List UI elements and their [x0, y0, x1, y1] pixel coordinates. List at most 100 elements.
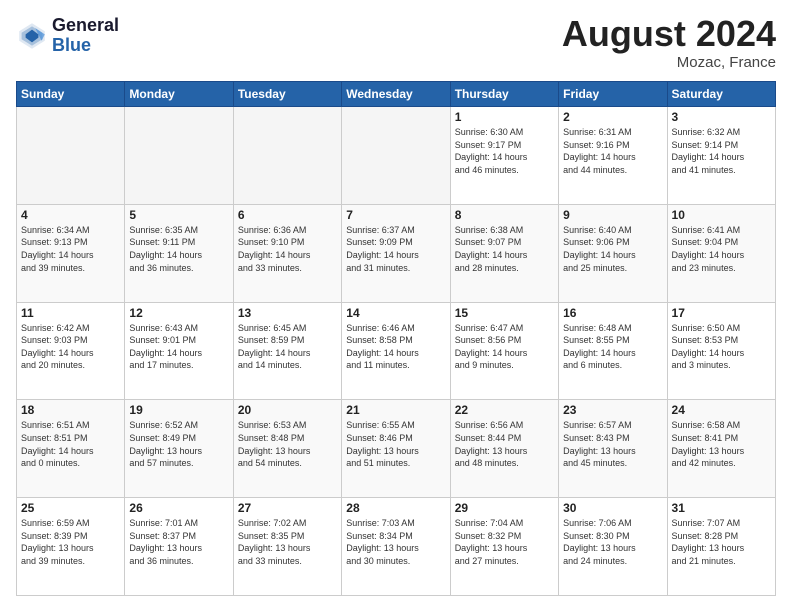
col-thursday: Thursday	[450, 82, 558, 107]
day-info: Sunrise: 7:02 AM Sunset: 8:35 PM Dayligh…	[238, 517, 337, 567]
day-number: 11	[21, 306, 120, 320]
day-number: 21	[346, 403, 445, 417]
day-number: 31	[672, 501, 771, 515]
table-row: 18Sunrise: 6:51 AM Sunset: 8:51 PM Dayli…	[17, 400, 125, 498]
day-number: 22	[455, 403, 554, 417]
day-info: Sunrise: 6:55 AM Sunset: 8:46 PM Dayligh…	[346, 419, 445, 469]
table-row: 5 Sunrise: 6:35 AM Sunset: 9:11 PM Daylig…	[125, 204, 233, 302]
day-info: Sunrise: 6:45 AM Sunset: 8:59 PM Dayligh…	[238, 322, 337, 372]
col-wednesday: Wednesday	[342, 82, 450, 107]
day-number: 3	[672, 110, 771, 124]
logo-text: General Blue	[52, 16, 119, 56]
col-sunday: Sunday	[17, 82, 125, 107]
table-row	[125, 107, 233, 205]
day-info: Sunrise: 7:03 AM Sunset: 8:34 PM Dayligh…	[346, 517, 445, 567]
day-info: Sunrise: 6:59 AM Sunset: 8:39 PM Dayligh…	[21, 517, 120, 567]
table-row: 26 Sunrise: 7:01 AM Sunset: 8:37 PM Dayli…	[125, 498, 233, 596]
table-row: 28Sunrise: 7:03 AM Sunset: 8:34 PM Dayli…	[342, 498, 450, 596]
day-info: Sunrise: 7:07 AM Sunset: 8:28 PM Dayligh…	[672, 517, 771, 567]
day-number: 25	[21, 501, 120, 515]
day-info: Sunrise: 7:06 AM Sunset: 8:30 PM Dayligh…	[563, 517, 662, 567]
table-row: 24 Sunrise: 6:58 AM Sunset: 8:41 PM Dayli…	[667, 400, 775, 498]
calendar-week-3: 11Sunrise: 6:42 AM Sunset: 9:03 PM Dayli…	[17, 302, 776, 400]
logo-icon	[16, 20, 48, 52]
day-number: 26	[129, 501, 228, 515]
table-row: 16Sunrise: 6:48 AM Sunset: 8:55 PM Dayli…	[559, 302, 667, 400]
day-info: Sunrise: 6:57 AM Sunset: 8:43 PM Dayligh…	[563, 419, 662, 469]
day-info: Sunrise: 6:30 AM Sunset: 9:17 PM Dayligh…	[455, 126, 554, 176]
day-info: Sunrise: 6:41 AM Sunset: 9:04 PM Dayligh…	[672, 224, 771, 274]
day-number: 15	[455, 306, 554, 320]
table-row: 30 Sunrise: 7:06 AM Sunset: 8:30 PM Dayli…	[559, 498, 667, 596]
day-number: 24	[672, 403, 771, 417]
day-number: 23	[563, 403, 662, 417]
day-number: 14	[346, 306, 445, 320]
table-row	[342, 107, 450, 205]
day-number: 13	[238, 306, 337, 320]
table-row: 23 Sunrise: 6:57 AM Sunset: 8:43 PM Dayli…	[559, 400, 667, 498]
calendar-week-4: 18Sunrise: 6:51 AM Sunset: 8:51 PM Dayli…	[17, 400, 776, 498]
logo: General Blue	[16, 16, 119, 56]
day-number: 19	[129, 403, 228, 417]
table-row: 8Sunrise: 6:38 AM Sunset: 9:07 PM Daylig…	[450, 204, 558, 302]
day-info: Sunrise: 6:38 AM Sunset: 9:07 PM Dayligh…	[455, 224, 554, 274]
month-title: August 2024	[562, 16, 776, 52]
col-tuesday: Tuesday	[233, 82, 341, 107]
location: Mozac, France	[562, 54, 776, 71]
table-row: 19 Sunrise: 6:52 AM Sunset: 8:49 PM Dayli…	[125, 400, 233, 498]
table-row: 13 Sunrise: 6:45 AM Sunset: 8:59 PM Dayli…	[233, 302, 341, 400]
table-row	[233, 107, 341, 205]
day-number: 18	[21, 403, 120, 417]
day-info: Sunrise: 6:52 AM Sunset: 8:49 PM Dayligh…	[129, 419, 228, 469]
table-row: 6Sunrise: 6:36 AM Sunset: 9:10 PM Daylig…	[233, 204, 341, 302]
day-info: Sunrise: 6:43 AM Sunset: 9:01 PM Dayligh…	[129, 322, 228, 372]
table-row: 17Sunrise: 6:50 AM Sunset: 8:53 PM Dayli…	[667, 302, 775, 400]
table-row: 14 Sunrise: 6:46 AM Sunset: 8:58 PM Dayli…	[342, 302, 450, 400]
table-row: 7 Sunrise: 6:37 AM Sunset: 9:09 PM Daylig…	[342, 204, 450, 302]
table-row: 31 Sunrise: 7:07 AM Sunset: 8:28 PM Dayli…	[667, 498, 775, 596]
day-info: Sunrise: 7:01 AM Sunset: 8:37 PM Dayligh…	[129, 517, 228, 567]
table-row	[17, 107, 125, 205]
day-number: 20	[238, 403, 337, 417]
day-info: Sunrise: 6:40 AM Sunset: 9:06 PM Dayligh…	[563, 224, 662, 274]
day-info: Sunrise: 6:50 AM Sunset: 8:53 PM Dayligh…	[672, 322, 771, 372]
table-row: 1 Sunrise: 6:30 AM Sunset: 9:17 PM Daylig…	[450, 107, 558, 205]
day-number: 1	[455, 110, 554, 124]
title-block: August 2024 Mozac, France	[562, 16, 776, 71]
day-info: Sunrise: 6:32 AM Sunset: 9:14 PM Dayligh…	[672, 126, 771, 176]
table-row: 20 Sunrise: 6:53 AM Sunset: 8:48 PM Dayli…	[233, 400, 341, 498]
table-row: 15 Sunrise: 6:47 AM Sunset: 8:56 PM Dayli…	[450, 302, 558, 400]
day-number: 12	[129, 306, 228, 320]
day-number: 4	[21, 208, 120, 222]
page: General Blue August 2024 Mozac, France S…	[0, 0, 792, 612]
day-info: Sunrise: 6:34 AM Sunset: 9:13 PM Dayligh…	[21, 224, 120, 274]
table-row: 29 Sunrise: 7:04 AM Sunset: 8:32 PM Dayli…	[450, 498, 558, 596]
day-number: 6	[238, 208, 337, 222]
table-row: 4 Sunrise: 6:34 AM Sunset: 9:13 PM Daylig…	[17, 204, 125, 302]
day-info: Sunrise: 6:53 AM Sunset: 8:48 PM Dayligh…	[238, 419, 337, 469]
day-number: 29	[455, 501, 554, 515]
day-number: 5	[129, 208, 228, 222]
table-row: 10 Sunrise: 6:41 AM Sunset: 9:04 PM Dayli…	[667, 204, 775, 302]
col-saturday: Saturday	[667, 82, 775, 107]
day-info: Sunrise: 6:48 AM Sunset: 8:55 PM Dayligh…	[563, 322, 662, 372]
day-info: Sunrise: 6:31 AM Sunset: 9:16 PM Dayligh…	[563, 126, 662, 176]
day-number: 10	[672, 208, 771, 222]
day-info: Sunrise: 6:35 AM Sunset: 9:11 PM Dayligh…	[129, 224, 228, 274]
day-info: Sunrise: 6:46 AM Sunset: 8:58 PM Dayligh…	[346, 322, 445, 372]
day-info: Sunrise: 6:37 AM Sunset: 9:09 PM Dayligh…	[346, 224, 445, 274]
day-number: 27	[238, 501, 337, 515]
col-monday: Monday	[125, 82, 233, 107]
day-number: 30	[563, 501, 662, 515]
table-row: 12 Sunrise: 6:43 AM Sunset: 9:01 PM Dayli…	[125, 302, 233, 400]
day-info: Sunrise: 6:58 AM Sunset: 8:41 PM Dayligh…	[672, 419, 771, 469]
calendar-week-5: 25 Sunrise: 6:59 AM Sunset: 8:39 PM Dayli…	[17, 498, 776, 596]
day-number: 7	[346, 208, 445, 222]
day-number: 9	[563, 208, 662, 222]
calendar-header-row: Sunday Monday Tuesday Wednesday Thursday…	[17, 82, 776, 107]
header: General Blue August 2024 Mozac, France	[16, 16, 776, 71]
col-friday: Friday	[559, 82, 667, 107]
day-info: Sunrise: 6:47 AM Sunset: 8:56 PM Dayligh…	[455, 322, 554, 372]
day-info: Sunrise: 7:04 AM Sunset: 8:32 PM Dayligh…	[455, 517, 554, 567]
day-info: Sunrise: 6:56 AM Sunset: 8:44 PM Dayligh…	[455, 419, 554, 469]
